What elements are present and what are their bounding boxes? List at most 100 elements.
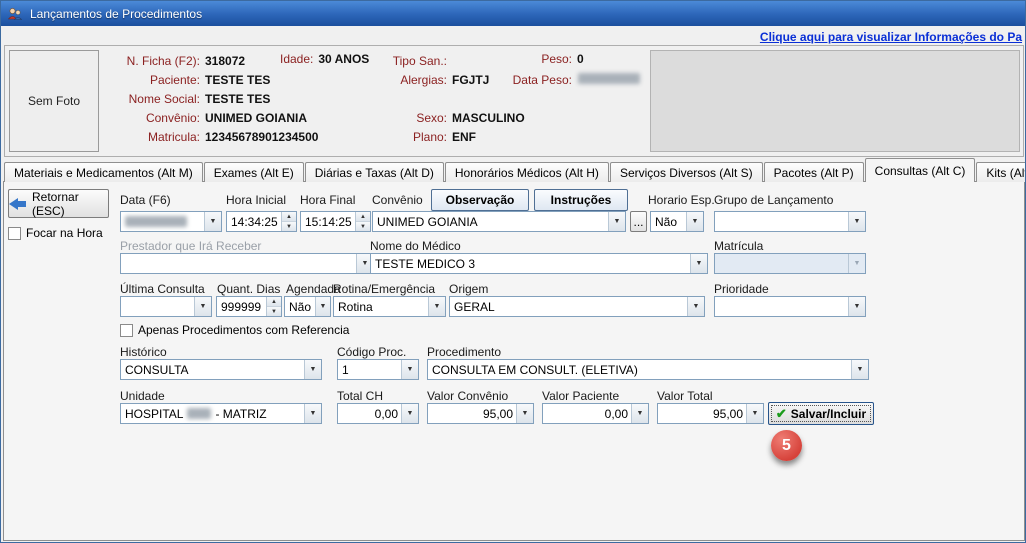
patient-paciente: Paciente:TESTE TES [45, 73, 270, 87]
hora-inicial-label: Hora Inicial [226, 193, 286, 207]
patient-plano: Plano:ENF [335, 130, 476, 144]
procedimento-combobox[interactable]: CONSULTA EM CONSULT. (ELETIVA) ▼ [427, 359, 869, 380]
consultas-tab-page: Retornar (ESC) Focar na Hora Data (F6) H… [3, 181, 1025, 541]
grupo-lancamento-combobox[interactable]: ▼ [714, 211, 866, 232]
spin-down-icon[interactable]: ▼ [356, 222, 370, 231]
historico-label: Histórico [120, 345, 167, 359]
hora-inicial-spinner[interactable]: 14:34:25 ▲▼ [226, 211, 297, 232]
spin-down-icon[interactable]: ▼ [267, 307, 281, 316]
tab-servicos[interactable]: Serviços Diversos (Alt S) [610, 162, 763, 182]
focar-na-hora-checkbox[interactable]: Focar na Hora [8, 226, 103, 240]
codigo-proc-combobox[interactable]: 1 ▼ [337, 359, 419, 380]
dropdown-arrow-icon[interactable]: ▼ [204, 212, 221, 231]
patient-peso: Peso:0 [467, 52, 584, 66]
back-arrow-icon [9, 198, 26, 210]
dropdown-arrow-icon[interactable]: ▼ [315, 297, 330, 316]
codigo-proc-label: Código Proc. [337, 345, 406, 359]
dropdown-arrow-icon[interactable]: ▼ [304, 360, 321, 379]
patient-info-link[interactable]: Clique aqui para visualizar Informações … [760, 30, 1022, 44]
historico-combobox[interactable]: CONSULTA ▼ [120, 359, 322, 380]
nome-medico-combobox[interactable]: TESTE MEDICO 3 ▼ [370, 253, 708, 274]
quant-dias-label: Quant. Dias [217, 282, 280, 296]
dropdown-arrow-icon[interactable]: ▼ [851, 360, 868, 379]
ultima-consulta-combobox[interactable]: ▼ [120, 296, 212, 317]
spin-up-icon[interactable]: ▲ [356, 212, 370, 222]
dropdown-arrow-icon[interactable]: ▼ [848, 297, 865, 316]
dropdown-arrow-icon[interactable]: ▼ [401, 404, 418, 423]
salvar-incluir-button[interactable]: ✔ Salvar/Incluir [768, 402, 874, 425]
retornar-button[interactable]: Retornar (ESC) [8, 189, 109, 218]
ultima-consulta-label: Última Consulta [120, 282, 205, 296]
spinner-buttons[interactable]: ▲▼ [266, 297, 281, 316]
prestador-label: Prestador que Irá Receber [120, 239, 261, 253]
spin-down-icon[interactable]: ▼ [282, 222, 296, 231]
valor-paciente-field[interactable]: 0,00 ▼ [542, 403, 649, 424]
total-ch-field[interactable]: 0,00 ▼ [337, 403, 419, 424]
dropdown-arrow-icon[interactable]: ▼ [746, 404, 763, 423]
spin-up-icon[interactable]: ▲ [267, 297, 281, 307]
matricula-combobox: ▼ [714, 253, 866, 274]
valor-total-field[interactable]: 95,00 ▼ [657, 403, 764, 424]
tab-diarias[interactable]: Diárias e Taxas (Alt D) [305, 162, 444, 182]
origem-label: Origem [449, 282, 488, 296]
horario-esp-label: Horario Esp. [648, 193, 715, 207]
tab-kits[interactable]: Kits (Alt K) [976, 162, 1026, 182]
valor-total-label: Valor Total [657, 389, 713, 403]
nome-medico-label: Nome do Médico [370, 239, 461, 253]
valor-paciente-label: Valor Paciente [542, 389, 619, 403]
spinner-buttons[interactable]: ▲▼ [355, 212, 370, 231]
dropdown-arrow-icon[interactable]: ▼ [686, 212, 703, 231]
dropdown-arrow-icon[interactable]: ▼ [690, 254, 707, 273]
hora-final-spinner[interactable]: 15:14:25 ▲▼ [300, 211, 371, 232]
patient-header-panel: Sem Foto N. Ficha (F2):318072 Paciente:T… [4, 45, 1024, 157]
dropdown-arrow-icon[interactable]: ▼ [687, 297, 704, 316]
referencia-checkbox[interactable]: Apenas Procedimentos com Referencia [120, 323, 349, 337]
valor-convenio-label: Valor Convênio [427, 389, 508, 403]
unidade-combobox[interactable]: HOSPITAL - MATRIZ ▼ [120, 403, 322, 424]
redacted-value [125, 216, 187, 227]
procedures-window: Lançamentos de Procedimentos Clique aqui… [0, 0, 1026, 543]
rotina-emergencia-combobox[interactable]: Rotina ▼ [333, 296, 446, 317]
redacted-value [578, 73, 640, 84]
patient-matricula: Matricula:12345678901234500 [45, 130, 318, 144]
dropdown-arrow-icon[interactable]: ▼ [194, 297, 211, 316]
hora-final-label: Hora Final [300, 193, 355, 207]
dropdown-arrow-icon[interactable]: ▼ [401, 360, 418, 379]
dropdown-arrow-icon[interactable]: ▼ [631, 404, 648, 423]
spin-up-icon[interactable]: ▲ [282, 212, 296, 222]
procedimento-label: Procedimento [427, 345, 501, 359]
horario-esp-combobox[interactable]: Não ▼ [650, 211, 704, 232]
origem-combobox[interactable]: GERAL ▼ [449, 296, 705, 317]
titlebar[interactable]: Lançamentos de Procedimentos [1, 1, 1026, 26]
grupo-lancamento-label: Grupo de Lançamento [714, 193, 833, 207]
dropdown-arrow-icon[interactable]: ▼ [428, 297, 445, 316]
data-combobox[interactable]: ▼ [120, 211, 222, 232]
tab-consultas[interactable]: Consultas (Alt C) [865, 158, 976, 182]
tab-materiais[interactable]: Materiais e Medicamentos (Alt M) [4, 162, 203, 182]
spinner-buttons[interactable]: ▲▼ [281, 212, 296, 231]
matricula-label: Matrícula [714, 239, 763, 253]
tab-exames[interactable]: Exames (Alt E) [204, 162, 304, 182]
agendada-combobox[interactable]: Não ▼ [284, 296, 331, 317]
patient-ficha: N. Ficha (F2):318072 [45, 54, 245, 68]
quant-dias-spinner[interactable]: 999999 ▲▼ [216, 296, 282, 317]
valor-convenio-field[interactable]: 95,00 ▼ [427, 403, 534, 424]
convenio-label: Convênio [372, 193, 423, 207]
tab-honorarios[interactable]: Honorários Médicos (Alt H) [445, 162, 609, 182]
prioridade-combobox[interactable]: ▼ [714, 296, 866, 317]
dropdown-arrow-icon[interactable]: ▼ [608, 212, 625, 231]
dropdown-arrow-icon[interactable]: ▼ [516, 404, 533, 423]
dropdown-arrow-icon[interactable]: ▼ [848, 212, 865, 231]
tab-pacotes[interactable]: Pacotes (Alt P) [764, 162, 864, 182]
prestador-combobox[interactable]: ▼ [120, 253, 374, 274]
observacao-button[interactable]: Observação [431, 189, 529, 211]
instrucoes-button[interactable]: Instruções [534, 189, 628, 211]
dropdown-arrow-icon[interactable]: ▼ [304, 404, 321, 423]
step-badge: 5 [771, 430, 802, 461]
ellipsis-button[interactable]: ... [630, 211, 647, 232]
convenio-combobox[interactable]: UNIMED GOIANIA ▼ [372, 211, 626, 232]
checkbox-box[interactable] [120, 324, 133, 337]
rotina-emergencia-label: Rotina/Emergência [333, 282, 435, 296]
dropdown-arrow-icon: ▼ [848, 254, 865, 273]
checkbox-box[interactable] [8, 227, 21, 240]
